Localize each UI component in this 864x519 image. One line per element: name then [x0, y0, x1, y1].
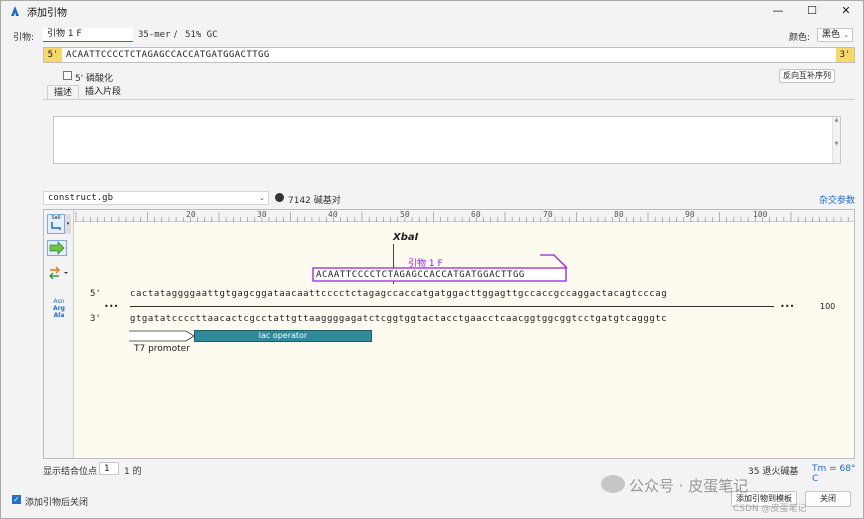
primer-sequence-text: ACAATTCCCCTCTAGAGCCACCATGATGGACTTGG — [66, 50, 270, 60]
tm-value: Tm = 68° C — [812, 464, 856, 484]
ruler-label-30: 30 — [257, 210, 267, 219]
enzyme-tool-button[interactable]: SalI — [47, 214, 65, 234]
backbone-line — [130, 306, 774, 307]
binding-site-stepper[interactable]: 1 — [99, 462, 119, 475]
binding-site-value: 1 — [104, 464, 110, 474]
ruler-label-90: 90 — [685, 210, 695, 219]
bottom-strand-prefix: 3' — [90, 314, 101, 324]
primer-map-sequence: ACAATTCCCCTCTAGAGCCACCATGATGGACTTGG — [316, 270, 525, 280]
swap-strand-button[interactable] — [48, 266, 70, 280]
xbai-site-label[interactable]: XbaI — [393, 232, 418, 243]
wechat-icon — [601, 475, 625, 493]
app-icon — [9, 5, 21, 17]
primer-gc: 51% GC — [185, 30, 218, 40]
lac-operator-label: lac operator — [258, 331, 308, 340]
tab-description[interactable]: 描述 — [47, 85, 80, 99]
circular-plasmid-icon — [275, 193, 284, 202]
primer-name-input[interactable]: 引物 1 F — [43, 28, 133, 42]
minimize-button[interactable]: — — [761, 1, 795, 21]
ruler-label-50: 50 — [400, 210, 410, 219]
description-scrollbar[interactable]: ▲ ▼ — [832, 117, 840, 163]
chevron-down-icon: ⌄ — [259, 194, 265, 202]
ruler-label-20: 20 — [186, 210, 196, 219]
color-select[interactable]: 黑色 ⌄ — [817, 28, 853, 42]
close-after-add-label: 添加引物后关闭 — [25, 498, 89, 508]
ruler-label-80: 80 — [614, 210, 624, 219]
enzyme-menu-arrow[interactable]: ▾ — [65, 214, 71, 234]
phospho-checkbox[interactable] — [63, 71, 72, 80]
bottom-strand: gtgatatccccttaacactcgcctattgttaaggggagat… — [130, 314, 668, 324]
binding-site-label: 显示结合位点 — [43, 467, 98, 477]
ruler-label-60: 60 — [471, 210, 481, 219]
ruler-label-70: 70 — [543, 210, 553, 219]
anneal-count: 35 退火碱基 — [748, 467, 799, 477]
five-prime-tag: 5' — [44, 48, 62, 62]
top-strand-prefix: 5' — [90, 289, 101, 299]
tab-divider — [43, 99, 855, 100]
t7-promoter-arrow[interactable] — [128, 329, 198, 343]
primer-length: 35-mer — [138, 30, 171, 40]
title-bar: 添加引物 — ☐ ✕ — [1, 1, 863, 21]
csdn-watermark: CSDN @皮蛋笔记 — [733, 504, 807, 514]
aa-ala: Ala — [53, 312, 65, 319]
color-value: 黑色 — [822, 30, 841, 40]
separator: / — [174, 30, 178, 40]
template-file-name: construct.gb — [48, 193, 114, 203]
primer-sequence-field[interactable]: 5' ACAATTCCCCTCTAGAGCCACCATGATGGACTTGG 3… — [43, 47, 855, 63]
template-file-select[interactable]: construct.gb ⌄ — [43, 191, 269, 205]
lac-operator-feature[interactable]: lac operator — [194, 330, 372, 342]
swap-arrows-icon — [49, 266, 68, 280]
translation-tool-button[interactable]: Asn Arg Ala — [47, 298, 71, 320]
tab-insert[interactable]: 插入片段 — [79, 85, 127, 99]
ruler-label-100: 100 — [753, 210, 768, 219]
description-textarea[interactable]: ▲ ▼ — [53, 116, 841, 164]
chevron-down-icon: ⌄ — [843, 31, 849, 39]
phospho-label: 5' 磷酸化 — [75, 74, 114, 84]
position-100: 100 — [820, 302, 836, 311]
aa-arg: Arg — [53, 305, 65, 312]
color-label: 颜色: — [789, 33, 811, 43]
cancel-button[interactable]: 关闭 — [805, 491, 851, 507]
dots-left: ••• — [104, 302, 119, 311]
maximize-button[interactable]: ☐ — [795, 1, 829, 21]
aa-asn: Asn — [53, 298, 65, 305]
window-title: 添加引物 — [27, 7, 67, 19]
close-button[interactable]: ✕ — [829, 1, 863, 21]
close-after-add-checkbox[interactable]: ✓ — [12, 495, 21, 504]
ruler-label-40: 40 — [328, 210, 338, 219]
hybridization-params-link[interactable]: 杂交参数 — [819, 193, 855, 206]
primer-name-value: 引物 1 F — [47, 29, 82, 39]
primer-label: 引物: — [13, 33, 35, 43]
arrow-right-icon — [49, 241, 65, 255]
ruler: 20 30 40 50 60 70 80 90 100 — [74, 210, 854, 222]
map-toolbar: SalI ▾ Asn Arg Ala — [44, 210, 74, 458]
dialog-window: 添加引物 — ☐ ✕ 引物: 引物 1 F 35-mer / 51% GC 颜色… — [0, 0, 864, 519]
binding-site-total: 1 的 — [124, 467, 142, 477]
top-strand: cactataggggaattgtgagcggataacaattcccctcta… — [130, 289, 668, 299]
bp-count: 7142 碱基对 — [288, 196, 341, 206]
t7-promoter-label: T7 promoter — [134, 344, 190, 354]
three-prime-tag: 3' — [836, 48, 854, 62]
feature-tool-button[interactable] — [47, 240, 67, 256]
watermark-text: 公众号 · 皮蛋笔记 — [629, 477, 749, 495]
dots-right: ••• — [780, 302, 795, 311]
sequence-map-panel: SalI ▾ Asn Arg Ala 20 30 40 50 60 70 80 … — [43, 209, 855, 459]
reverse-complement-button[interactable]: 反向互补序列 — [779, 69, 835, 83]
